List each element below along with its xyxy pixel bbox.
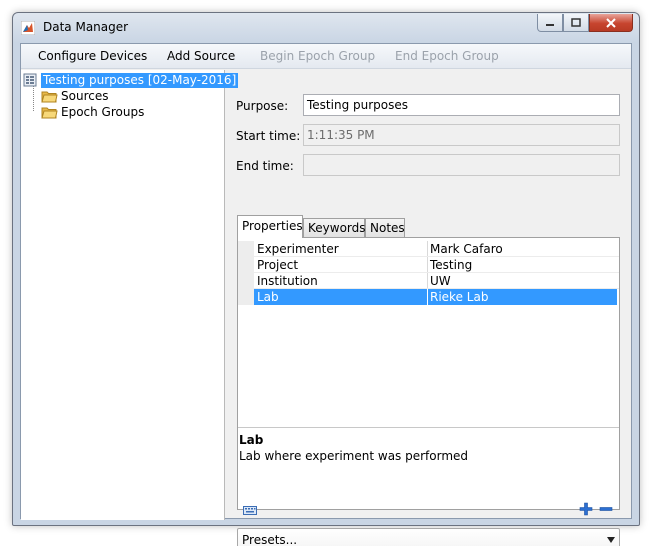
- tree-item-experiment-label: Testing purposes [02-May-2016]: [41, 72, 239, 88]
- window-title: Data Manager: [43, 20, 129, 34]
- properties-panel: Experimenter Mark Cafaro Project Testing: [237, 237, 620, 516]
- end-time-label: End time:: [236, 159, 294, 173]
- minimize-button[interactable]: [537, 14, 563, 32]
- property-description-title: Lab: [239, 433, 264, 447]
- experiment-tree[interactable]: Testing purposes [02-May-2016] Sources E…: [21, 70, 239, 520]
- configure-devices-button[interactable]: Configure Devices: [38, 49, 147, 63]
- end-epoch-group-button[interactable]: End Epoch Group: [395, 49, 499, 63]
- property-description-text: Lab where experiment was performed: [239, 449, 469, 463]
- tree-item-sources-label: Sources: [61, 89, 109, 103]
- presets-dropdown[interactable]: Presets...: [237, 528, 620, 546]
- remove-property-icon[interactable]: [599, 502, 613, 516]
- close-button[interactable]: [589, 14, 633, 32]
- property-row-experimenter[interactable]: Experimenter Mark Cafaro: [238, 241, 619, 257]
- minimize-icon: [546, 23, 554, 26]
- maximize-button[interactable]: [563, 14, 589, 32]
- start-time-field: 1:11:35 PM: [303, 124, 620, 146]
- start-time-label: Start time:: [236, 129, 301, 143]
- property-row-lab[interactable]: Lab Rieke Lab: [238, 289, 619, 305]
- property-value[interactable]: Mark Cafaro: [430, 242, 503, 256]
- property-row-institution[interactable]: Institution UW: [238, 273, 619, 289]
- tab-notes[interactable]: Notes: [365, 218, 405, 237]
- property-key: Lab: [257, 290, 279, 304]
- toolbar: Configure Devices Add Source Begin Epoch…: [21, 44, 631, 69]
- matlab-app-icon: [21, 21, 35, 35]
- tree-item-experiment[interactable]: Testing purposes [02-May-2016]: [23, 72, 239, 88]
- purpose-input[interactable]: Testing purposes: [303, 94, 620, 116]
- add-source-button[interactable]: Add Source: [167, 49, 235, 63]
- folder-icon: [41, 107, 58, 118]
- property-row-project[interactable]: Project Testing: [238, 257, 619, 273]
- chevron-down-icon: [607, 537, 615, 543]
- close-icon: [606, 17, 616, 28]
- end-time-field: [303, 154, 620, 176]
- property-key: Institution: [257, 274, 318, 288]
- property-key: Project: [257, 258, 299, 272]
- tree-item-epoch-groups[interactable]: Epoch Groups: [41, 104, 144, 120]
- presets-selected-value: Presets...: [242, 533, 298, 546]
- tree-item-sources[interactable]: Sources: [41, 88, 108, 104]
- property-grid[interactable]: Experimenter Mark Cafaro Project Testing: [238, 238, 619, 428]
- property-value[interactable]: UW: [430, 274, 451, 288]
- experiment-node-icon: [23, 73, 37, 87]
- tab-properties[interactable]: Properties: [237, 215, 303, 238]
- tree-item-epoch-groups-label: Epoch Groups: [61, 105, 145, 119]
- tab-keywords[interactable]: Keywords: [303, 218, 366, 237]
- add-property-icon[interactable]: [579, 502, 593, 516]
- client-area: Configure Devices Add Source Begin Epoch…: [20, 43, 633, 546]
- property-value[interactable]: Testing: [430, 258, 472, 272]
- property-value[interactable]: Rieke Lab: [430, 290, 488, 304]
- purpose-label: Purpose:: [236, 99, 289, 113]
- maximize-icon: [571, 18, 581, 27]
- data-manager-window: Data Manager Configure Devices Add Sourc…: [12, 12, 640, 546]
- title-bar[interactable]: Data Manager: [13, 13, 639, 43]
- keyboard-icon[interactable]: [243, 506, 257, 515]
- begin-epoch-group-button[interactable]: Begin Epoch Group: [260, 49, 375, 63]
- folder-icon: [41, 91, 58, 102]
- property-key: Experimenter: [257, 242, 339, 256]
- details-panel: Purpose: Testing purposes Start time: 1:…: [226, 70, 633, 546]
